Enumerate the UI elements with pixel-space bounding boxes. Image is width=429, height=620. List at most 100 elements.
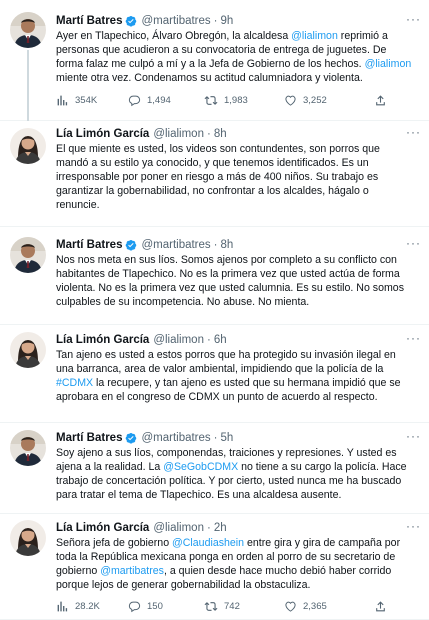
- tweet-text: Tan ajeno es usted a estos porros que ha…: [56, 349, 415, 405]
- avatar[interactable]: [10, 520, 46, 556]
- action-count: 1,494: [147, 95, 171, 106]
- tweet[interactable]: Lía Limón García @lialimon · 2h ··· Señora je…: [0, 514, 429, 620]
- tweet-text-segment: miente otra vez. Condenamos su actitud c…: [56, 71, 363, 84]
- reply-button[interactable]: 1,494: [128, 94, 204, 107]
- share-icon: [374, 600, 387, 613]
- more-icon[interactable]: ···: [406, 519, 421, 533]
- author-handle[interactable]: @lialimon: [153, 127, 204, 141]
- tweet-header: Lía Limón García @lialimon · 8h: [56, 127, 227, 141]
- tweet-timestamp[interactable]: 8h: [221, 238, 234, 252]
- avatar[interactable]: [10, 237, 46, 273]
- verified-badge-icon: [125, 239, 137, 251]
- tweet-header: Martí Batres @martibatres · 5h: [56, 431, 233, 445]
- mention-link[interactable]: @Claudiashein: [172, 537, 244, 549]
- more-icon[interactable]: ···: [406, 125, 421, 139]
- author-name[interactable]: Lía Limón García: [56, 521, 149, 535]
- tweet-text: Nos nos meta en sus líos. Somos ajenos p…: [56, 254, 415, 310]
- more-icon[interactable]: ···: [406, 429, 421, 443]
- avatar[interactable]: [10, 12, 46, 48]
- more-icon[interactable]: ···: [406, 12, 421, 26]
- like-icon: [284, 600, 297, 613]
- avatar[interactable]: [10, 128, 46, 164]
- separator-dot: ·: [213, 239, 218, 251]
- retweet-icon: [204, 600, 218, 613]
- retweet-icon: [204, 94, 218, 107]
- tweet-actions: 28.2K 150 742 2,365: [56, 600, 419, 613]
- author-handle[interactable]: @martibatres: [141, 14, 210, 28]
- mention-link[interactable]: @SeGobCDMX: [163, 461, 238, 473]
- like-icon: [284, 94, 297, 107]
- verified-badge-icon: [125, 15, 137, 27]
- mention-link[interactable]: @lialimon: [365, 58, 412, 70]
- tweet-header: Lía Limón García @lialimon · 6h: [56, 333, 227, 347]
- tweet-timestamp[interactable]: 5h: [221, 431, 234, 445]
- tweet-text-segment: El que miente es usted, los videos son c…: [56, 143, 380, 211]
- more-icon[interactable]: ···: [406, 331, 421, 345]
- mention-link[interactable]: @martibatres: [100, 565, 164, 577]
- tweet[interactable]: Martí Batres @martibatres · 9h ··· Ayer en Tl…: [0, 0, 429, 121]
- author-name[interactable]: Martí Batres: [56, 431, 122, 445]
- tweet-text: Ayer en Tlapechico, Álvaro Obregón, la a…: [56, 30, 415, 86]
- author-handle[interactable]: @martibatres: [141, 238, 210, 252]
- action-count: 1,983: [224, 95, 248, 106]
- verified-badge-icon: [125, 432, 137, 444]
- separator-dot: ·: [213, 15, 218, 27]
- tweet[interactable]: Lía Limón García @lialimon · 8h ··· El que mi…: [0, 121, 429, 227]
- separator-dot: ·: [206, 128, 211, 140]
- author-handle[interactable]: @lialimon: [153, 333, 204, 347]
- tweet-timestamp[interactable]: 6h: [214, 333, 227, 347]
- tweet-text-segment: Nos nos meta en sus líos. Somos ajenos p…: [56, 254, 404, 308]
- separator-dot: ·: [206, 334, 211, 346]
- reply-icon: [128, 600, 141, 613]
- like-button[interactable]: 3,252: [284, 94, 374, 107]
- author-handle[interactable]: @martibatres: [141, 431, 210, 445]
- tweet-header: Martí Batres @martibatres · 8h: [56, 238, 233, 252]
- action-count: 354K: [75, 95, 98, 106]
- author-name[interactable]: Lía Limón García: [56, 333, 149, 347]
- reply-button[interactable]: 150: [128, 600, 204, 613]
- author-name[interactable]: Martí Batres: [56, 238, 122, 252]
- tweet-text: El que miente es usted, los videos son c…: [56, 143, 415, 213]
- tweet-thread: Martí Batres @martibatres · 9h ··· Ayer en Tl…: [0, 0, 429, 620]
- like-button[interactable]: 2,365: [284, 600, 374, 613]
- tweet-text-segment: la recupere, y tan ajeno es usted que su…: [56, 376, 401, 403]
- tweet[interactable]: Martí Batres @martibatres · 5h ··· Soy ajeno …: [0, 423, 429, 514]
- mention-link[interactable]: @lialimon: [291, 30, 338, 42]
- share-icon: [374, 94, 387, 107]
- separator-dot: ·: [213, 432, 218, 444]
- avatar[interactable]: [10, 332, 46, 368]
- tweet-text: Señora jefa de gobierno @Claudiashein en…: [56, 537, 415, 593]
- retweet-button[interactable]: 1,983: [204, 94, 284, 107]
- thread-connector-line: [27, 50, 29, 121]
- action-count: 150: [147, 601, 163, 612]
- author-name[interactable]: Martí Batres: [56, 14, 122, 28]
- mention-link[interactable]: #CDMX: [56, 377, 93, 389]
- tweet-header: Lía Limón García @lialimon · 2h: [56, 521, 227, 535]
- share-button[interactable]: [374, 600, 387, 613]
- views-button[interactable]: 354K: [56, 94, 128, 107]
- tweet[interactable]: Lía Limón García @lialimon · 6h ··· Tan ajeno…: [0, 325, 429, 423]
- tweet-header: Martí Batres @martibatres · 9h: [56, 14, 233, 28]
- tweet-text-segment: Señora jefa de gobierno: [56, 537, 173, 549]
- tweet-timestamp[interactable]: 2h: [214, 521, 227, 535]
- avatar[interactable]: [10, 430, 46, 466]
- action-count: 3,252: [303, 95, 327, 106]
- action-count: 742: [224, 601, 240, 612]
- separator-dot: ·: [206, 522, 211, 534]
- author-name[interactable]: Lía Limón García: [56, 127, 149, 141]
- action-count: 28.2K: [75, 601, 100, 612]
- action-count: 2,365: [303, 601, 327, 612]
- tweet[interactable]: Martí Batres @martibatres · 8h ··· Nos nos me…: [0, 227, 429, 325]
- views-button[interactable]: 28.2K: [56, 600, 128, 613]
- tweet-text-segment: Tan ajeno es usted a estos porros que ha…: [56, 349, 396, 375]
- tweet-timestamp[interactable]: 8h: [214, 127, 227, 141]
- tweet-timestamp[interactable]: 9h: [221, 14, 234, 28]
- tweet-actions: 354K 1,494 1,983 3,252: [56, 94, 419, 107]
- more-icon[interactable]: ···: [406, 236, 421, 250]
- reply-icon: [128, 94, 141, 107]
- tweet-text-segment: Ayer en Tlapechico, Álvaro Obregón, la a…: [56, 30, 292, 42]
- share-button[interactable]: [374, 94, 387, 107]
- retweet-button[interactable]: 742: [204, 600, 284, 613]
- author-handle[interactable]: @lialimon: [153, 521, 204, 535]
- analytics-icon: [56, 600, 69, 613]
